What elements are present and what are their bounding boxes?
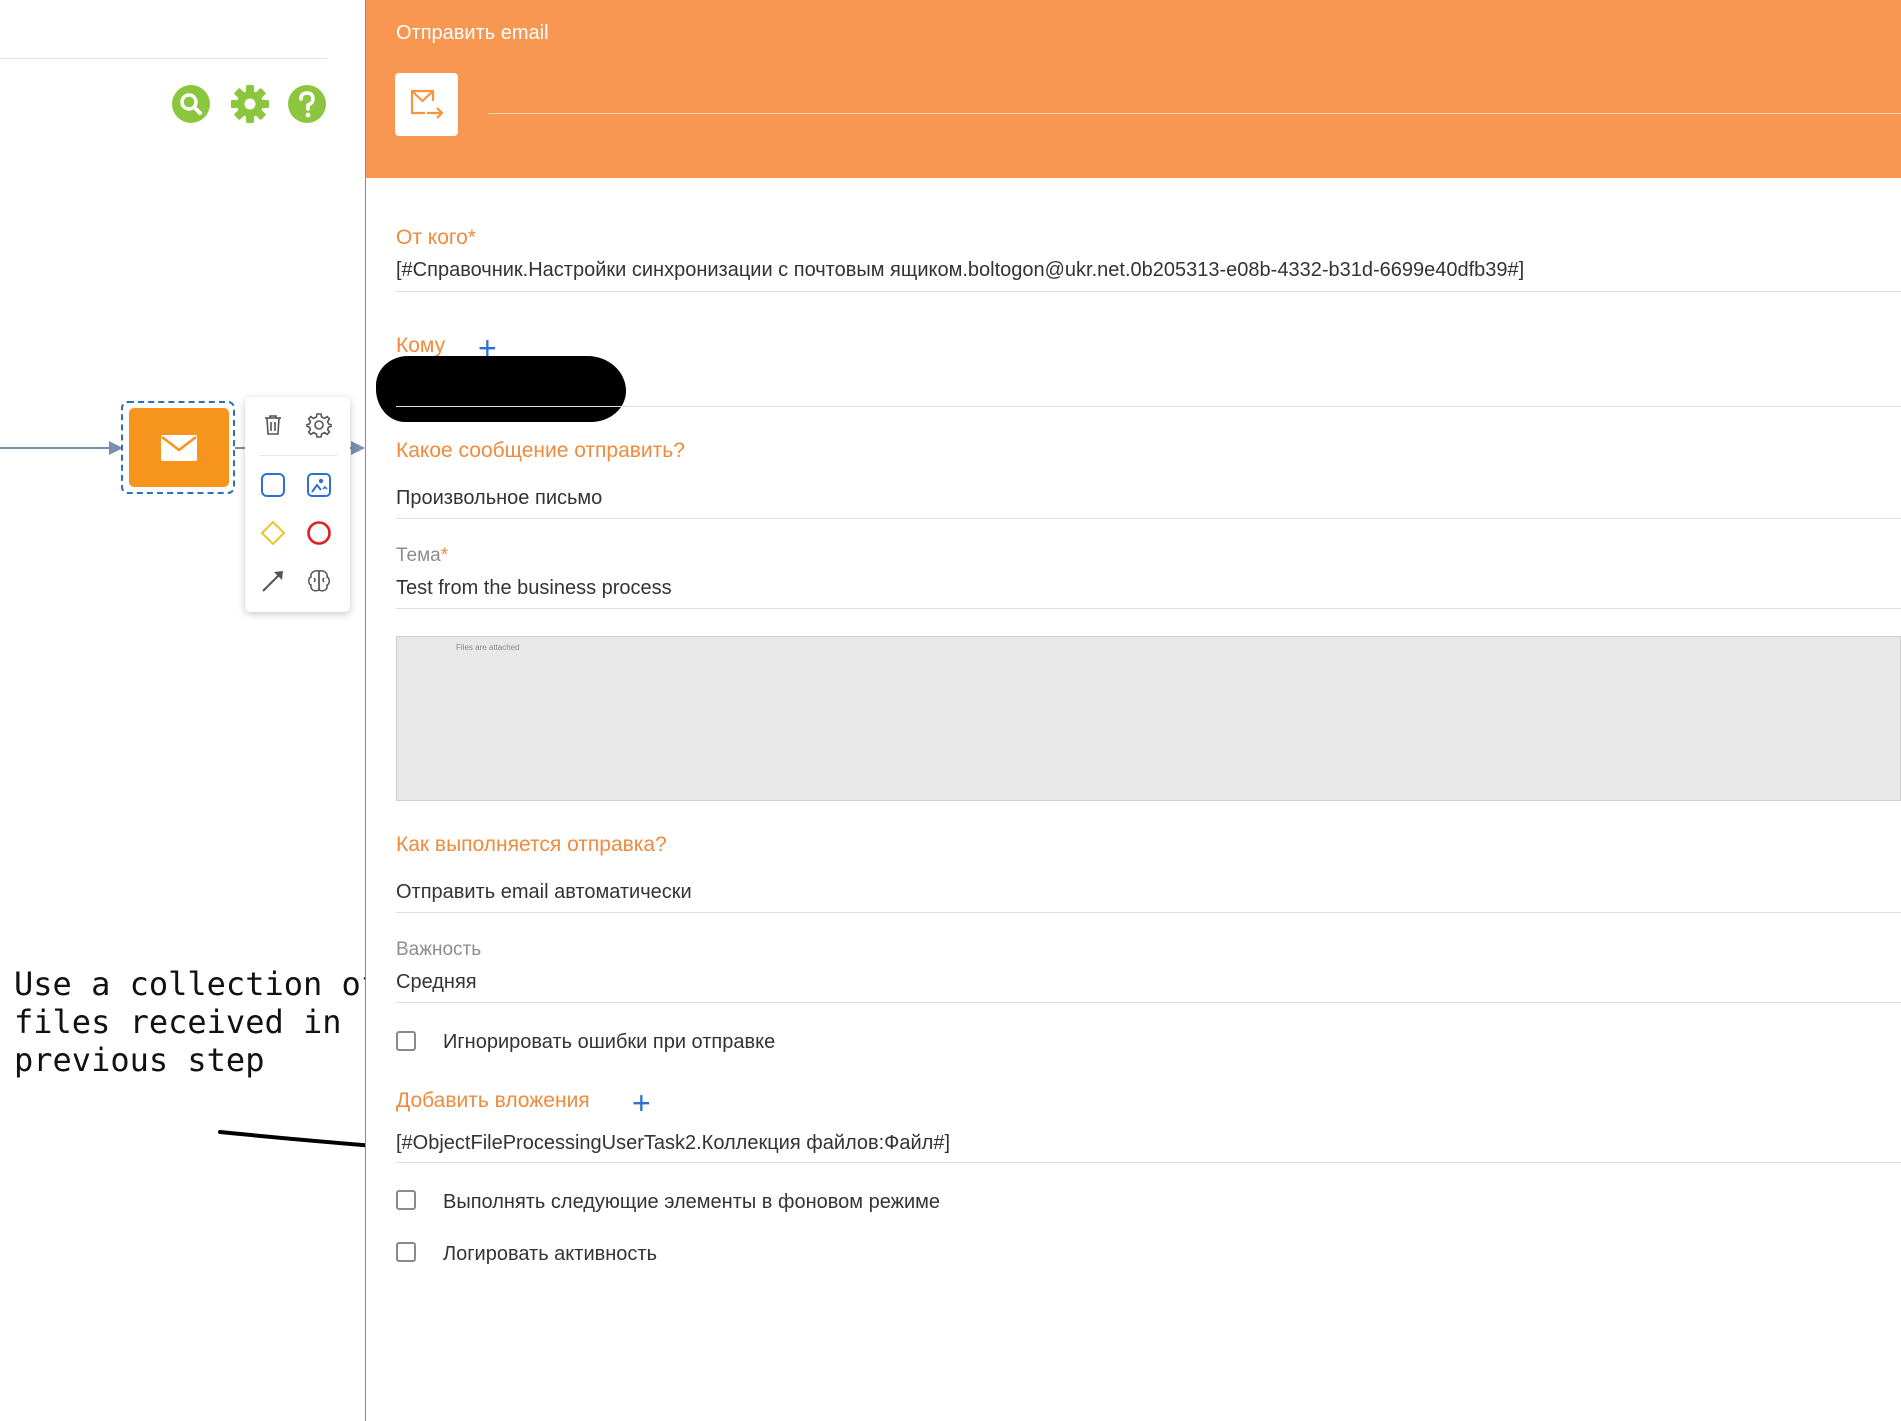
add-attachment-button[interactable]: + — [632, 1087, 651, 1119]
to-label: Кому — [396, 334, 446, 357]
log-activity-label[interactable]: Логировать активность — [443, 1243, 657, 1266]
send-mode-value[interactable]: Отправить email автоматически — [396, 881, 692, 904]
subject-label: Тема* — [396, 545, 449, 566]
message-value[interactable]: Произвольное письмо — [396, 487, 602, 510]
panel-title: Отправить email — [396, 22, 549, 44]
importance-label: Важность — [396, 939, 482, 960]
redacted-recipient — [376, 356, 626, 422]
annotation-pointer-line — [218, 1130, 389, 1149]
email-settings-panel: Отправить email От кого* [#Справочник.На… — [365, 0, 1901, 1421]
email-body-preview[interactable]: Files are attached — [396, 636, 1901, 801]
ignore-errors-label[interactable]: Игнорировать ошибки при отправке — [443, 1031, 775, 1054]
from-value[interactable]: [#Справочник.Настройки синхронизации с п… — [396, 259, 1524, 282]
attachments-underline — [396, 1162, 1901, 1163]
from-underline — [396, 291, 1901, 292]
subject-value[interactable]: Test from the business process — [396, 577, 672, 600]
background-mode-label[interactable]: Выполнять следующие элементы в фоновом р… — [443, 1191, 940, 1214]
to-underline — [396, 406, 1901, 407]
panel-header: Отправить email — [366, 0, 1901, 178]
send-email-header-icon — [395, 73, 458, 136]
required-marker: * — [440, 545, 449, 566]
importance-underline — [396, 1002, 1901, 1003]
ignore-errors-checkbox[interactable] — [396, 1031, 416, 1051]
send-mode-label: Как выполняется отправка? — [396, 833, 667, 856]
attachments-value[interactable]: [#ObjectFileProcessingUserTask2.Коллекци… — [396, 1132, 950, 1155]
message-label: Какое сообщение отправить? — [396, 439, 685, 462]
attachments-label: Добавить вложения — [396, 1089, 590, 1112]
message-underline — [396, 518, 1901, 519]
subject-underline — [396, 608, 1901, 609]
body-preview-text: Files are attached — [456, 643, 520, 652]
log-activity-checkbox[interactable] — [396, 1242, 416, 1262]
from-label: От кого* — [396, 226, 476, 249]
send-mode-underline — [396, 912, 1901, 913]
required-marker: * — [467, 226, 476, 249]
background-mode-checkbox[interactable] — [396, 1190, 416, 1210]
header-name-underline[interactable] — [488, 113, 1901, 114]
importance-value[interactable]: Средняя — [396, 971, 477, 994]
